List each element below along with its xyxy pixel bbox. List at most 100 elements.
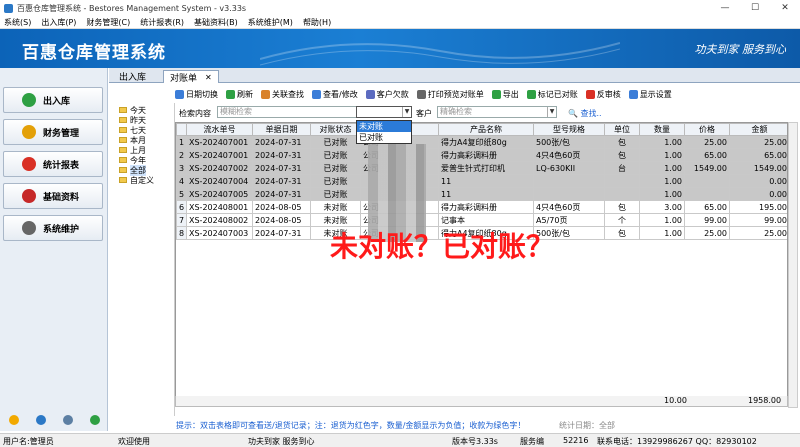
menu-item-1[interactable]: 出入库(P) <box>41 17 76 28</box>
toolbar-button-1[interactable]: 刷新 <box>226 89 253 100</box>
toolbar-button-8[interactable]: 反审核 <box>585 89 621 100</box>
column-header[interactable]: 流水单号 <box>186 123 253 136</box>
toolbar-label: 刷新 <box>237 89 253 99</box>
close-button[interactable]: ✕ <box>770 0 800 16</box>
sidebar-item-3[interactable]: 基础资料 <box>3 183 103 209</box>
tab-statement[interactable]: 对账单 ✕ <box>163 70 219 84</box>
toolbar-button-6[interactable]: 导出 <box>491 89 519 100</box>
menu-item-4[interactable]: 基础资料(B) <box>194 17 238 28</box>
status-combo[interactable]: ▼ <box>356 106 412 118</box>
table-header: 流水单号单据日期对账状态客户产品名称型号规格单位数量价格金额 <box>176 123 787 136</box>
menu-item-0[interactable]: 系统(S) <box>4 17 31 28</box>
maximize-button[interactable]: ☐ <box>740 0 770 16</box>
table-cell-price: 25.00 <box>684 135 730 149</box>
sidebar-item-label: 出入库 <box>43 96 71 107</box>
column-header[interactable]: 单据日期 <box>252 123 311 136</box>
menu-item-2[interactable]: 财务管理(C) <box>86 17 130 28</box>
tree-node-1[interactable]: 昨天 <box>115 115 174 125</box>
sidebar-item-2[interactable]: 统计报表 <box>3 151 103 177</box>
tree-node-3[interactable]: 本月 <box>115 135 174 145</box>
exit-icon[interactable] <box>89 415 100 425</box>
toolbar-label: 日期切换 <box>186 89 218 99</box>
table-cell-status: 已对账 <box>310 187 361 201</box>
toolbar-button-0[interactable]: 日期切换 <box>175 89 218 100</box>
customer-input[interactable]: 精确检索 ▼ <box>437 106 557 118</box>
toolbar-button-4[interactable]: 客户欠款 <box>365 89 409 100</box>
tree-node-4[interactable]: 上月 <box>115 145 174 155</box>
toolbar-button-7[interactable]: 标记已对账 <box>526 89 578 100</box>
table-cell-n: 4 <box>176 174 187 188</box>
status-option-unreconciled[interactable]: 未对账 <box>357 121 411 132</box>
tree-node-0[interactable]: 今天 <box>115 105 174 115</box>
search-link[interactable]: 🔍 查找.. <box>568 108 602 119</box>
sidebar-item-0[interactable]: 出入库 <box>3 87 103 113</box>
table-row[interactable]: 6XS-2024080012024-08-05未对账公司得力高彩调料册4只4色6… <box>176 200 787 214</box>
table-cell-unit: 台 <box>604 161 640 175</box>
sidebar-item-4[interactable]: 系统维护 <box>3 215 103 241</box>
monitor-icon[interactable] <box>62 415 73 425</box>
table-cell-unit: 包 <box>604 226 640 240</box>
minimize-button[interactable]: — <box>710 0 740 16</box>
status-dropdown-list[interactable]: 未对账 已对账 <box>356 120 412 144</box>
info-icon[interactable] <box>35 415 46 425</box>
tree-node-2[interactable]: 七天 <box>115 125 174 135</box>
table-row[interactable]: 4 XS-202407004 2024-07-31 已对账 11 1.00 0.00 <box>176 174 787 188</box>
menu-item-3[interactable]: 统计报表(R) <box>140 17 184 28</box>
menu-item-5[interactable]: 系统维护(M) <box>248 17 293 28</box>
vertical-scrollbar[interactable] <box>788 122 798 408</box>
keyword-input[interactable]: 模糊检索 <box>217 106 357 118</box>
table-row[interactable]: 5 XS-202407005 2024-07-31 已对账 11 1.00 0.00 <box>176 187 787 201</box>
table-cell-qty: 1.00 <box>639 174 685 188</box>
toolbar-icon <box>365 89 375 99</box>
toolbar-icon <box>175 89 184 99</box>
table-cell-qty: 1.00 <box>639 148 685 162</box>
table-cell-spec: 500张/包 <box>533 135 605 149</box>
toolbar-icon <box>226 89 235 99</box>
table-row[interactable]: 3XS-2024070022024-07-31已对账公司爱普生针式打印机LQ-6… <box>176 161 787 175</box>
column-header[interactable]: 金额 <box>729 123 787 136</box>
column-header[interactable]: 产品名称 <box>438 123 534 136</box>
table-cell-spec: LQ-630KII <box>533 161 605 175</box>
table-cell-name: 得力高彩调料册 <box>438 148 534 162</box>
toolbar-button-5[interactable]: 打印预览对账单 <box>416 89 484 100</box>
sidebar-item-1[interactable]: 财务管理 <box>3 119 103 145</box>
tab-close-icon[interactable]: ✕ <box>205 73 212 82</box>
column-header[interactable]: 对账状态 <box>310 123 361 136</box>
tab-inout[interactable]: 出入库 <box>113 70 152 83</box>
check-icon <box>22 93 36 107</box>
status-option-reconciled[interactable]: 已对账 <box>357 132 411 143</box>
table-cell-amt: 0.00 <box>729 187 787 201</box>
toolbar-icon <box>526 89 536 99</box>
column-header[interactable]: 数量 <box>639 123 685 136</box>
toolbar-button-3[interactable]: 查看/修改 <box>312 89 358 100</box>
table-cell-n: 6 <box>176 200 187 214</box>
sidebar: 出入库财务管理统计报表基础资料系统维护 <box>0 68 108 431</box>
tree-node-5[interactable]: 今年 <box>115 155 174 165</box>
folder-icon <box>119 137 127 143</box>
warning-icon[interactable] <box>8 415 19 425</box>
toolbar-button-9[interactable]: 显示设置 <box>628 89 672 100</box>
table-cell-spec <box>533 187 605 201</box>
toolbar-button-2[interactable]: 关联查找 <box>261 89 304 100</box>
menu-item-6[interactable]: 帮助(H) <box>303 17 331 28</box>
tree-node-7[interactable]: 自定义 <box>115 175 174 185</box>
folder-icon <box>119 177 127 183</box>
search-link-label: 查找.. <box>580 109 602 118</box>
table-cell-amt: 1549.00 <box>729 161 787 175</box>
column-header[interactable]: 单位 <box>604 123 640 136</box>
table-row[interactable]: 2XS-2024070012024-07-31已对账公司得力高彩调料册4只4色6… <box>176 148 787 162</box>
pie-chart-icon <box>22 157 36 171</box>
table-cell-name: 爱普生针式打印机 <box>438 161 534 175</box>
table-cell-date: 2024-07-31 <box>252 226 311 240</box>
table-cell-amt: 65.00 <box>729 148 787 162</box>
toolbar-icon <box>261 89 270 99</box>
toolbar-icon <box>312 89 321 99</box>
status-welcome: 欢迎使用 <box>118 437 150 446</box>
table-cell-unit: 包 <box>604 148 640 162</box>
table-cell-date: 2024-07-31 <box>252 187 311 201</box>
table-cell-id: XS-202407001 <box>186 148 253 162</box>
tree-node-6[interactable]: 全部 <box>115 164 174 176</box>
column-header[interactable]: 型号规格 <box>533 123 605 136</box>
column-header[interactable]: 价格 <box>684 123 730 136</box>
table-row[interactable]: 1XS-2024070012024-07-31已对账公司得力A4复印纸80g50… <box>176 135 787 149</box>
